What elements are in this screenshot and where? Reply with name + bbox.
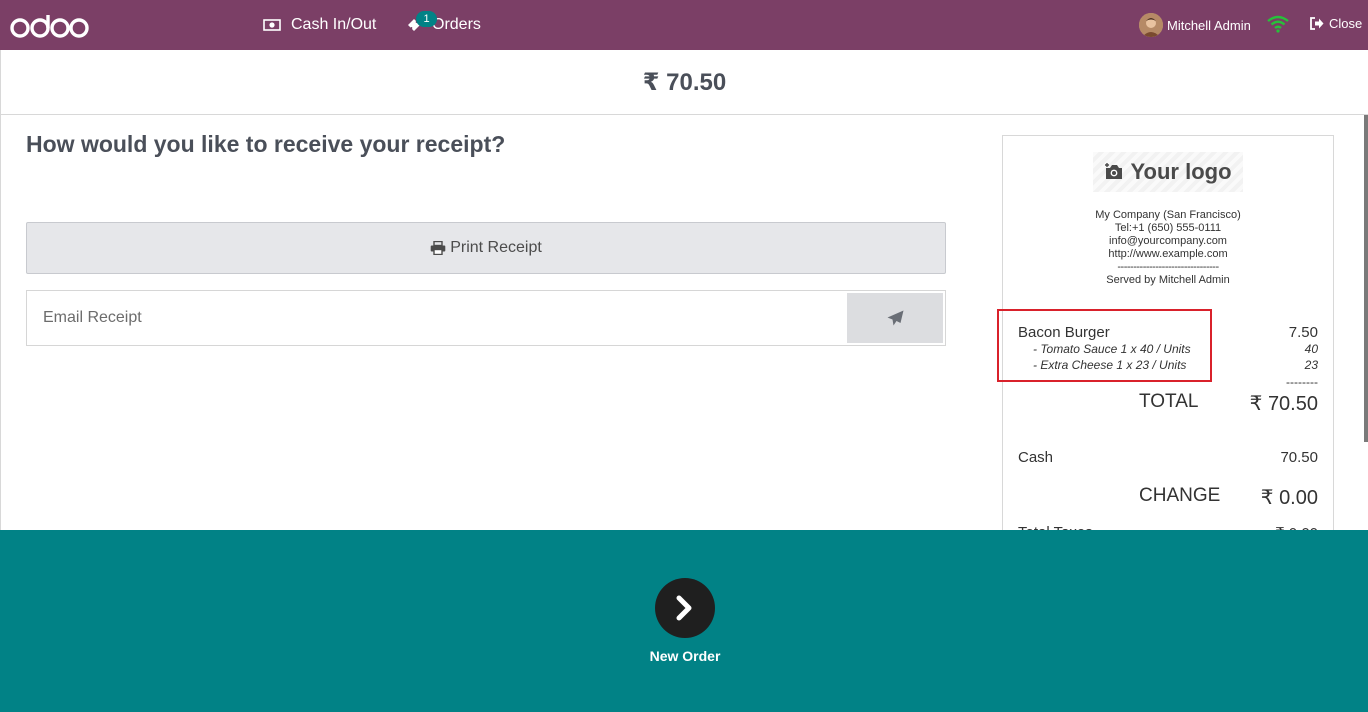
separator: -------------------------------- [1117, 261, 1219, 273]
total-value: ₹ 70.50 [1249, 393, 1318, 415]
served-by: Served by Mitchell Admin [1106, 274, 1230, 286]
highlight-box [997, 309, 1212, 382]
user-name: Mitchell Admin [1167, 17, 1251, 33]
user-menu[interactable]: Mitchell Admin [1139, 13, 1251, 37]
avatar [1139, 13, 1163, 37]
orders-button[interactable]: 1 Orders [406, 0, 481, 50]
receipt-question: How would you like to receive your recei… [26, 131, 506, 157]
extra-price: 23 [1304, 358, 1318, 372]
bottom-action-bar: New Order [0, 530, 1368, 712]
print-icon [430, 241, 446, 255]
new-order-label[interactable]: New Order [0, 648, 1368, 664]
close-button[interactable]: Close [1309, 16, 1362, 31]
odoo-logo [10, 15, 89, 38]
new-order-button[interactable] [655, 578, 715, 638]
orders-label: Orders [432, 16, 481, 33]
print-receipt-button[interactable]: Print Receipt [26, 222, 946, 274]
camera-icon [1105, 163, 1123, 179]
amount-header: ₹ 70.50 [0, 50, 1368, 115]
email-receipt-input[interactable] [27, 291, 845, 345]
money-icon [263, 18, 281, 32]
cash-in-out-label: Cash In/Out [291, 16, 377, 33]
receipt-logo: Your logo [1093, 152, 1243, 192]
cash-value: 70.50 [1280, 449, 1318, 466]
company-phone: Tel:+1 (650) 555-0111 [1114, 222, 1222, 234]
chevron-right-icon [676, 595, 692, 621]
email-receipt-form [26, 290, 946, 346]
receipt-logo-text: Your logo [1130, 159, 1232, 184]
change-value: ₹ 0.00 [1260, 487, 1318, 509]
total-label: TOTAL [1139, 391, 1199, 412]
top-navbar: Cash In/Out 1 Orders Mitchell Admin Clos… [0, 0, 1368, 50]
company-info: My Company (San Francisco) Tel:+1 (650) … [1003, 209, 1333, 287]
wifi-icon[interactable] [1267, 15, 1289, 33]
company-name: My Company (San Francisco) [1095, 209, 1241, 221]
product-price: 7.50 [1288, 324, 1318, 341]
scrollbar[interactable] [1364, 115, 1368, 442]
send-email-button[interactable] [847, 293, 943, 343]
paper-plane-icon [887, 310, 903, 326]
extra-price: 40 [1304, 342, 1318, 356]
cash-label: Cash [1018, 449, 1054, 466]
company-email: info@yourcompany.com [1109, 235, 1227, 247]
payment-amount: ₹ 70.50 [642, 68, 727, 96]
cash-in-out-button[interactable]: Cash In/Out [263, 0, 376, 50]
total-separator: -------- [1286, 375, 1318, 389]
print-receipt-label: Print Receipt [450, 239, 542, 256]
close-label: Close [1329, 16, 1363, 31]
sign-out-icon [1310, 17, 1324, 30]
change-label: CHANGE [1139, 485, 1221, 506]
company-website: http://www.example.com [1108, 248, 1228, 260]
orders-count-badge: 1 [416, 11, 437, 27]
